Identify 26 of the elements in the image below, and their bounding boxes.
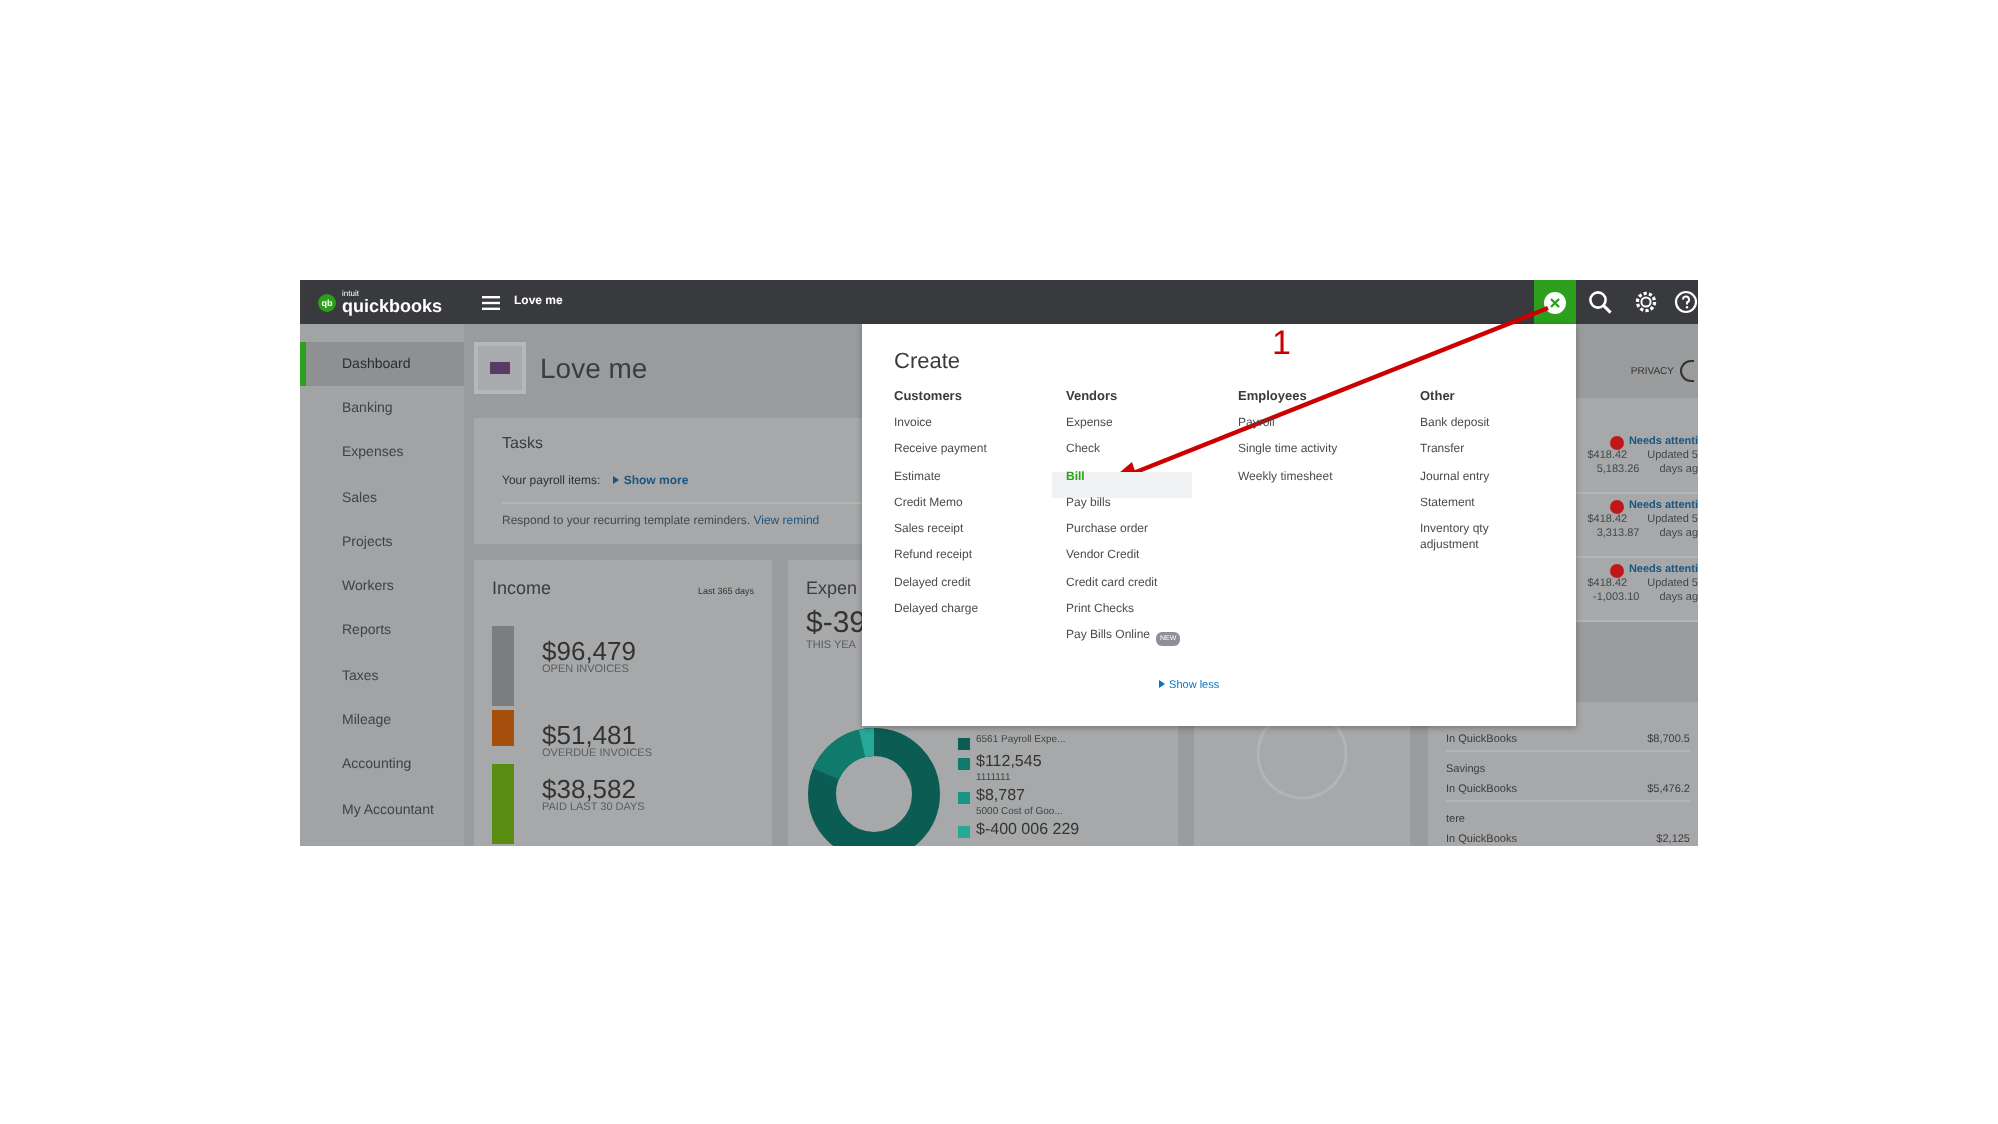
annotation-number: 1 bbox=[1272, 324, 1291, 364]
company-title: Love me bbox=[540, 352, 648, 384]
donut-chart-drawing bbox=[806, 726, 942, 846]
caret-icon bbox=[612, 476, 621, 484]
income-amount: $51,481 bbox=[542, 722, 636, 748]
warning-icon bbox=[1610, 436, 1625, 451]
card-title: Income bbox=[492, 578, 552, 598]
settings-icon[interactable] bbox=[1634, 290, 1658, 314]
help-icon[interactable] bbox=[1674, 290, 1698, 314]
menu-title: Create bbox=[894, 350, 963, 374]
company-logo bbox=[474, 342, 526, 394]
menu-icon[interactable] bbox=[482, 295, 500, 309]
caret-icon bbox=[1158, 680, 1166, 688]
card-title: Expen bbox=[806, 578, 858, 598]
card-title: Tasks bbox=[502, 434, 543, 452]
legend-amount: $-400 006 229 bbox=[976, 821, 1080, 839]
close-icon bbox=[1544, 291, 1566, 313]
close-create-button[interactable] bbox=[1534, 280, 1576, 324]
search-icon[interactable] bbox=[1588, 290, 1612, 314]
warning-icon bbox=[1610, 564, 1625, 579]
warning-icon bbox=[1610, 500, 1625, 515]
legend-amount: $112,545 bbox=[976, 754, 1042, 772]
toggle-icon[interactable] bbox=[1680, 360, 1694, 382]
income-amount: $96,479 bbox=[542, 638, 636, 664]
income-amount: $38,582 bbox=[542, 776, 636, 802]
legend-amount: $8,787 bbox=[976, 787, 1027, 806]
